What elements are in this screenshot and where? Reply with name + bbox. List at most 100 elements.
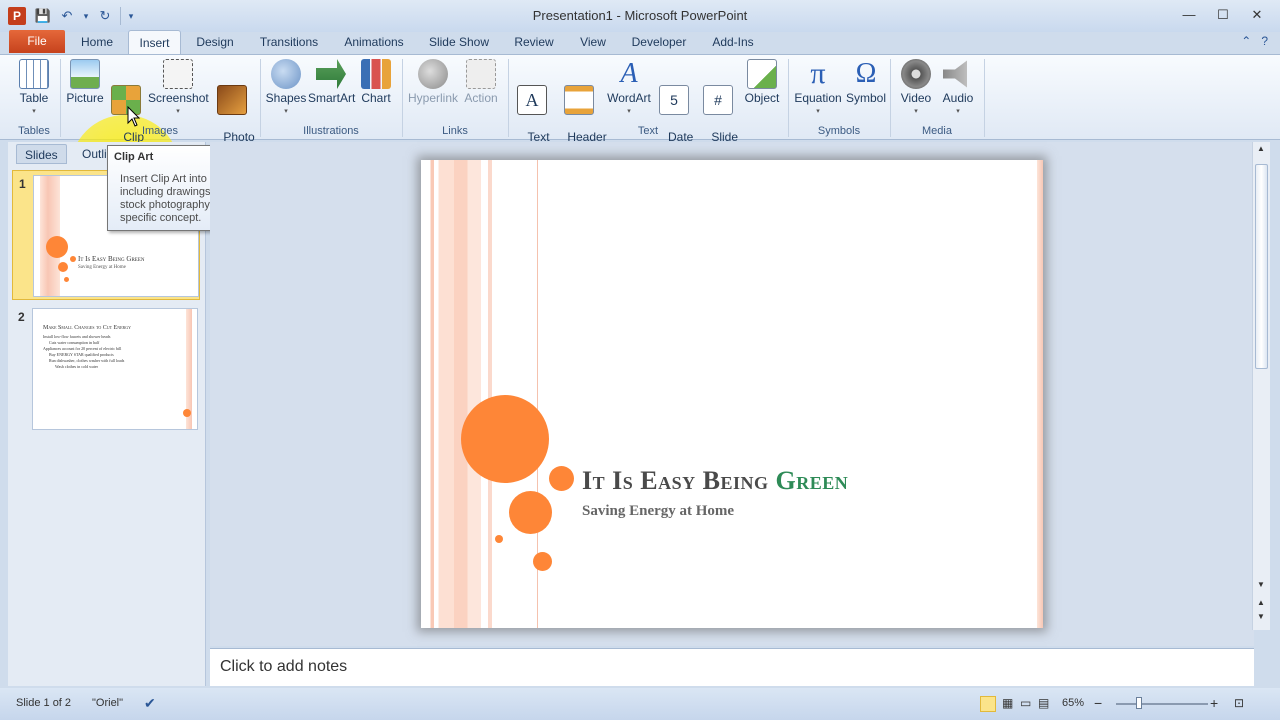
- status-bar: Slide 1 of 2 "Oriel" ✔ ▦ ▭ ▤ 65% − + ⊡: [0, 688, 1280, 720]
- video-label: Video: [900, 91, 932, 105]
- vertical-scrollbar[interactable]: ▲ ▼ ▲ ▼: [1252, 142, 1270, 630]
- zoom-slider[interactable]: [1116, 703, 1208, 705]
- slide-title[interactable]: It Is Easy Being Green: [582, 466, 848, 496]
- video-button[interactable]: Video ▾: [896, 59, 936, 118]
- scroll-down-icon[interactable]: ▼: [1257, 580, 1265, 589]
- zoom-in-button[interactable]: +: [1210, 693, 1218, 713]
- audio-button[interactable]: Audio ▾: [938, 59, 978, 118]
- action-label: Action: [464, 91, 498, 105]
- title-bar: P 💾 ↶ ▾ ↻ ▾ Presentation1 - Microsoft Po…: [0, 0, 1280, 32]
- text-box-icon: A: [517, 85, 547, 115]
- chart-label: Chart: [361, 91, 391, 105]
- screenshot-button[interactable]: Screenshot ▾: [148, 59, 209, 118]
- smartart-button[interactable]: SmartArt: [308, 59, 356, 105]
- tab-view[interactable]: View: [570, 30, 616, 54]
- screenshot-dropdown-icon: ▾: [176, 108, 180, 115]
- close-button[interactable]: ✕: [1240, 4, 1274, 26]
- equation-label: Equation: [794, 91, 842, 105]
- hyperlink-button[interactable]: Hyperlink: [406, 59, 460, 105]
- group-illustrations-label: Illustrations: [303, 125, 359, 137]
- window-controls: — ☐ ✕: [1172, 4, 1274, 26]
- hyperlink-label: Hyperlink: [407, 91, 458, 105]
- tab-home[interactable]: Home: [72, 30, 122, 54]
- tab-design[interactable]: Design: [188, 30, 242, 54]
- medium-circle: [549, 466, 574, 491]
- small-circle: [495, 535, 503, 543]
- slide-sorter-icon[interactable]: ▦: [1002, 693, 1013, 713]
- minimize-ribbon-icon[interactable]: ⌃: [1241, 34, 1251, 48]
- tab-insert[interactable]: Insert: [128, 30, 181, 54]
- slide-title-green-text: Green: [775, 466, 849, 495]
- zoom-out-button[interactable]: −: [1094, 693, 1102, 713]
- audio-dropdown-icon: ▾: [956, 108, 960, 115]
- scrollbar-thumb[interactable]: [1255, 164, 1268, 369]
- slide-title-text: It Is Easy Being: [582, 466, 776, 495]
- tab-transitions[interactable]: Transitions: [252, 30, 326, 54]
- slide-subtitle[interactable]: Saving Energy at Home: [582, 503, 734, 520]
- circle: [509, 491, 552, 534]
- normal-view-icon[interactable]: [980, 696, 996, 712]
- shapes-dropdown-icon: ▾: [284, 108, 288, 115]
- small-circle: [533, 552, 552, 571]
- previous-slide-icon[interactable]: ▲: [1257, 598, 1265, 607]
- tab-review[interactable]: Review: [506, 30, 562, 54]
- help-area: ⌃ ?: [1241, 34, 1268, 48]
- slide-show-icon[interactable]: ▤: [1038, 693, 1049, 713]
- tab-add-ins[interactable]: Add-Ins: [702, 30, 764, 54]
- fit-slide-icon[interactable]: ⊡: [1234, 693, 1244, 713]
- next-slide-icon[interactable]: ▼: [1257, 612, 1265, 621]
- table-label: Table: [19, 91, 49, 105]
- tab-developer[interactable]: Developer: [626, 30, 692, 54]
- slide-editing-area: It Is Easy Being Green Saving Energy at …: [210, 142, 1254, 646]
- slide-thumbnail-2[interactable]: 2 Make Small Changes to Cut Energy Insta…: [12, 304, 200, 434]
- header-footer-icon: [564, 85, 594, 115]
- tab-animations[interactable]: Animations: [336, 30, 412, 54]
- spell-check-icon[interactable]: ✔: [144, 693, 156, 713]
- wordart-button[interactable]: A WordArt ▾: [606, 59, 652, 118]
- slide-stripes: [427, 160, 517, 628]
- object-label: Object: [744, 91, 780, 105]
- current-slide[interactable]: It Is Easy Being Green Saving Energy at …: [421, 160, 1043, 628]
- reading-view-icon[interactable]: ▭: [1020, 693, 1031, 713]
- hyperlink-icon: [418, 59, 448, 89]
- wordart-dropdown-icon: ▾: [627, 108, 631, 115]
- group-tables-label: Tables: [18, 125, 50, 137]
- minimize-button[interactable]: —: [1172, 4, 1206, 26]
- table-button[interactable]: Table ▾: [16, 59, 52, 118]
- zoom-level[interactable]: 65%: [1062, 693, 1084, 713]
- scroll-up-icon[interactable]: ▲: [1257, 144, 1265, 153]
- slide-count: Slide 1 of 2: [16, 697, 72, 709]
- group-images-label: Images: [141, 125, 179, 137]
- equation-button[interactable]: π Equation ▾: [792, 59, 844, 118]
- slide-number: 1: [19, 177, 26, 191]
- symbol-button[interactable]: Ω Symbol: [846, 59, 886, 105]
- picture-icon: [70, 59, 100, 89]
- tab-slide-show[interactable]: Slide Show: [422, 30, 496, 54]
- smartart-label: SmartArt: [308, 91, 356, 105]
- maximize-button[interactable]: ☐: [1206, 4, 1240, 26]
- tab-slides[interactable]: Slides: [16, 144, 67, 164]
- omega-icon: Ω: [855, 58, 877, 89]
- screenshot-icon: [163, 59, 193, 89]
- equation-dropdown-icon: ▾: [816, 108, 820, 115]
- wordart-icon: A: [620, 58, 638, 89]
- chart-icon: [361, 59, 391, 89]
- object-button[interactable]: Object: [742, 59, 782, 105]
- shapes-button[interactable]: Shapes ▾: [264, 59, 308, 118]
- zoom-slider-thumb[interactable]: [1136, 697, 1142, 709]
- shapes-icon: [271, 59, 301, 89]
- chart-button[interactable]: Chart: [358, 59, 394, 105]
- speaker-icon: [943, 60, 967, 88]
- picture-button[interactable]: Picture: [64, 59, 106, 105]
- help-icon[interactable]: ?: [1261, 34, 1268, 48]
- large-circle: [461, 395, 549, 483]
- film-reel-icon: [901, 59, 931, 89]
- notes-pane[interactable]: Click to add notes: [210, 648, 1254, 686]
- tab-file[interactable]: File: [9, 30, 65, 53]
- slide-number: 2: [18, 310, 25, 324]
- action-button[interactable]: Action: [462, 59, 500, 105]
- ribbon-tabs: File Home Insert Design Transitions Anim…: [0, 30, 1280, 54]
- thumb-circle: [183, 409, 191, 417]
- thumb-circle: [46, 236, 68, 258]
- theme-name: "Oriel": [92, 697, 124, 709]
